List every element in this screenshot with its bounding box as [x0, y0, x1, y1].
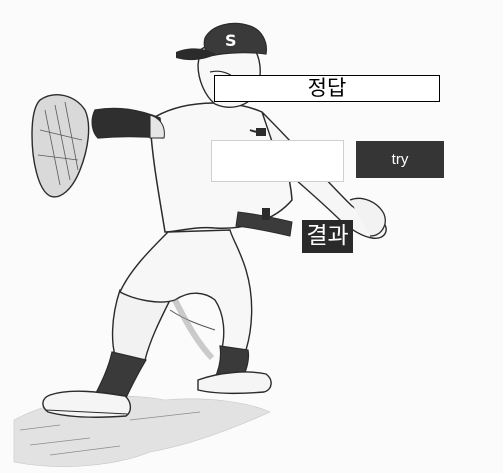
try-button[interactable]: try: [356, 141, 444, 178]
try-button-label: try: [391, 151, 409, 168]
result-text: 결과: [306, 223, 349, 249]
result-label: 결과: [302, 220, 353, 253]
guess-input[interactable]: [211, 140, 344, 182]
cap-letter: S: [225, 31, 237, 50]
answer-label: 정답: [307, 76, 347, 100]
baseball-pitcher-illustration: S: [13, 22, 387, 467]
game-stage: S 정답 try 결과: [0, 0, 503, 473]
answer-box: 정답: [214, 75, 440, 102]
